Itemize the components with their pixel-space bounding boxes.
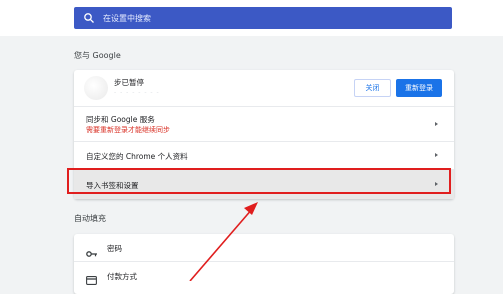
annotation-arrow xyxy=(189,202,258,281)
